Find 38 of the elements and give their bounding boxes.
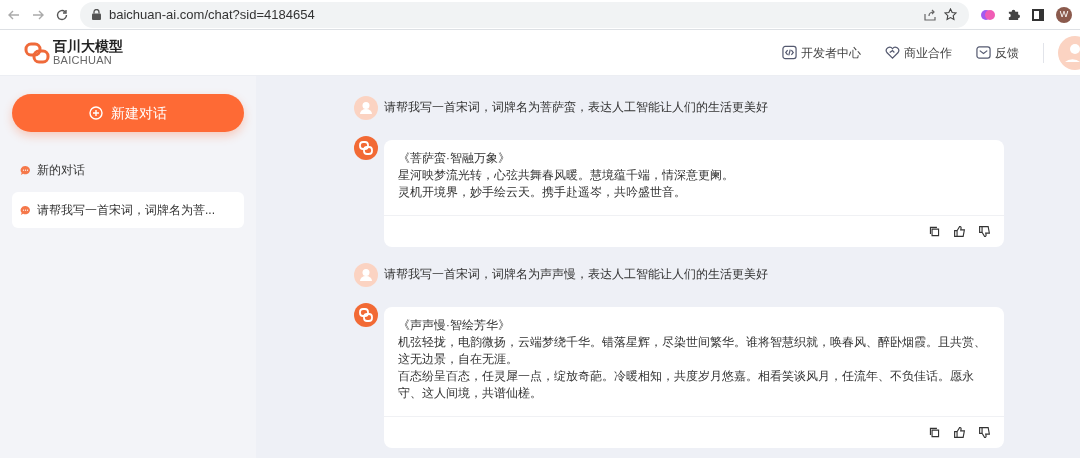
- user-avatar-icon: [354, 263, 378, 287]
- logo-title: 百川大模型: [53, 39, 123, 53]
- thumbs-down-icon[interactable]: [976, 223, 992, 240]
- nav-link[interactable]: 开发者中心: [782, 43, 861, 62]
- thumbs-up-icon[interactable]: [951, 424, 967, 441]
- thumbs-down-icon[interactable]: [976, 424, 992, 441]
- reply-text: 百态纷呈百态，任灵犀一点，绽放奇葩。冷暖相知，共度岁月悠嘉。相看笑谈风月，任流年、不负佳话。愿永守、这人间境，共谱仙槎。: [398, 369, 975, 401]
- plus-circle-icon: [89, 106, 103, 120]
- bot-avatar-icon: [354, 136, 378, 160]
- share-icon[interactable]: [924, 8, 936, 21]
- nav-link[interactable]: 商业合作: [885, 43, 952, 62]
- profile-avatar[interactable]: W: [1056, 6, 1072, 23]
- bot-avatar-icon: [354, 303, 378, 327]
- star-icon[interactable]: [944, 8, 957, 21]
- heart-icon: [885, 45, 900, 60]
- chat-bubble-icon: [20, 204, 31, 216]
- sidepanel-icon[interactable]: [1032, 8, 1044, 21]
- reply-text: 机弦轻拢，电韵微扬，云端梦绕千华。错落星辉，尽染世间繁华。谁将智慧织就，唤春风、醉卧烟霞。且共赏、这无边景，自在无涯。: [398, 335, 987, 367]
- code-icon: [782, 45, 797, 60]
- user-message: 请帮我写一首宋词，词牌名为菩萨蛮，表达人工智能让人们的生活更美好: [384, 100, 768, 116]
- user-message: 请帮我写一首宋词，词牌名为声声慢，表达人工智能让人们的生活更美好: [384, 267, 768, 283]
- url-text: baichuan-ai.com/chat?sid=4184654: [109, 5, 316, 24]
- logo-subtitle: BAICHUAN: [53, 55, 114, 66]
- reply-text: 《声声慢·智绘芳华》: [398, 318, 511, 333]
- lock-icon: [92, 9, 101, 20]
- reload-icon[interactable]: [56, 8, 68, 21]
- reply-text: 星河映梦流光转，心弦共舞春风暖。慧境蕴千端，情深意更阑。: [398, 168, 735, 183]
- puzzle-icon[interactable]: [1007, 8, 1020, 21]
- reply-text: 《菩萨蛮·智融万象》: [398, 151, 511, 166]
- conversation-item[interactable]: 请帮我写一首宋词，词牌名为菩...: [12, 192, 244, 228]
- user-avatar-icon: [354, 96, 378, 120]
- chat-bubble-icon: [20, 164, 31, 176]
- address-bar[interactable]: baichuan-ai.com/chat?sid=4184654: [80, 1, 969, 28]
- thumbs-up-icon[interactable]: [951, 223, 967, 240]
- nav-link[interactable]: 反馈: [976, 43, 1019, 62]
- mail-icon: [976, 45, 991, 60]
- conversation-item[interactable]: 新的对话: [12, 152, 244, 188]
- reply-text: 灵机开境界，妙手绘云天。携手赴遥岑，共吟盛世音。: [398, 185, 687, 200]
